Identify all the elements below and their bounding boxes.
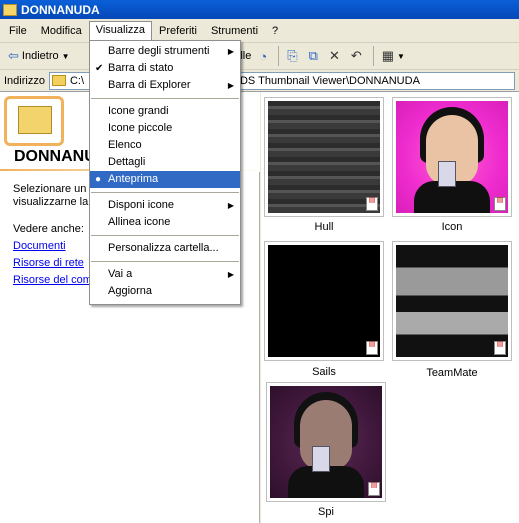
portrait-cup [438, 161, 456, 187]
back-button[interactable]: ⇦ Indietro ▼ [4, 45, 74, 67]
submenu-arrow-icon: ▶ [227, 270, 234, 279]
thumbnail-icon[interactable]: ▤ [392, 97, 512, 217]
menu-item-arrange-icons[interactable]: Disponi icone ▶ [90, 197, 240, 214]
menu-visualizza[interactable]: Visualizza [88, 21, 153, 40]
menu-item-status-bar[interactable]: ✔ Barra di stato [90, 60, 240, 77]
menu-modifica[interactable]: Modifica [34, 22, 89, 40]
chevron-down-icon: ▼ [61, 51, 70, 61]
submenu-arrow-icon: ▶ [227, 201, 234, 210]
radio-dot-icon: ● [95, 174, 102, 185]
copy-to-icon: ⧉ [308, 48, 318, 63]
menu-item-details[interactable]: Dettagli [90, 154, 240, 171]
menu-item-explorer-bar[interactable]: Barra di Explorer ▶ [90, 77, 240, 94]
views-button[interactable]: ▦ ▼ [378, 45, 409, 67]
file-view: ▤ Hull ▤ Icon ▤ Sails ▤ TeamMate ▤ Spi [261, 92, 519, 523]
menu-item-label: Disponi icone [108, 199, 175, 211]
undo-icon: ↶ [350, 48, 362, 63]
undo-button[interactable]: ↶ [347, 45, 369, 67]
thumbnail-image [270, 386, 382, 498]
menu-preferiti[interactable]: Preferiti [152, 22, 204, 40]
toolbar-separator [372, 46, 374, 66]
visualizza-menu: Barre degli strumenti ▶ ✔ Barra di stato… [89, 40, 241, 305]
address-path-start: C:\ [69, 74, 85, 87]
title-bar: DONNANUDA [0, 0, 519, 19]
portrait-cup [312, 446, 330, 472]
thumbnail-sails[interactable]: ▤ [264, 241, 384, 361]
delete-icon: ✕ [328, 48, 340, 63]
dds-file-icon: ▤ [368, 482, 380, 496]
thumbnail-image [396, 101, 508, 213]
folder-icon [3, 3, 17, 16]
menu-file[interactable]: File [2, 22, 34, 40]
thumbnail-label[interactable]: Hull [264, 221, 384, 233]
address-path-end: DDS Thumbnail Viewer\DONNANUDA [232, 74, 420, 87]
menu-item-label: Allinea icone [108, 216, 171, 228]
menu-separator [91, 235, 239, 236]
dds-file-icon: ▤ [366, 197, 378, 211]
menu-strumenti[interactable]: Strumenti [204, 22, 265, 40]
menu-item-label: Dettagli [108, 156, 146, 168]
thumbnail-label[interactable]: Sails [264, 366, 384, 378]
toolbar: ⇦ Indietro ▼ rtelle ◔ ⎘ ⧉ ✕ ↶ ▦ ▼ [0, 43, 519, 70]
menu-item-customize-folder[interactable]: Personalizza cartella... [90, 240, 240, 257]
thumbnail-label[interactable]: Spi [266, 506, 386, 518]
folder-icon [51, 75, 66, 86]
menu-item-toolbars[interactable]: Barre degli strumenti ▶ [90, 43, 240, 60]
thumbnail-hull[interactable]: ▤ [264, 97, 384, 217]
history-button[interactable]: ◔ [255, 45, 274, 67]
dds-file-icon: ▤ [494, 197, 506, 211]
copy-to-button[interactable]: ⧉ [305, 45, 325, 67]
move-to-button[interactable]: ⎘ [283, 45, 304, 67]
menu-item-label: Anteprima [108, 173, 159, 185]
dds-file-icon: ▤ [494, 341, 506, 355]
menu-item-refresh[interactable]: Aggiorna [90, 283, 240, 300]
menu-item-go-to[interactable]: Vai a ▶ [90, 266, 240, 283]
views-icon: ▦ [381, 48, 395, 63]
thumbnail-image [396, 245, 508, 357]
thumbnail-label[interactable]: TeamMate [392, 367, 512, 379]
menu-item-large-icons[interactable]: Icone grandi [90, 103, 240, 120]
chevron-down-icon: ▼ [397, 51, 405, 61]
checkmark-icon: ✔ [95, 63, 104, 74]
submenu-arrow-icon: ▶ [227, 81, 234, 90]
thumbnail-teammate[interactable]: ▤ [392, 241, 512, 361]
menu-item-label: Personalizza cartella... [108, 242, 219, 254]
menu-item-label: Aggiorna [108, 285, 153, 297]
delete-button[interactable]: ✕ [325, 45, 347, 67]
menu-item-label: Barra di Explorer [108, 79, 191, 91]
submenu-arrow-icon: ▶ [227, 47, 234, 56]
menu-item-line-up-icons[interactable]: Allinea icone [90, 214, 240, 231]
dds-file-icon: ▤ [366, 341, 378, 355]
thumbnail-label[interactable]: Icon [392, 221, 512, 233]
menu-item-label: Barre degli strumenti [108, 45, 210, 57]
menu-item-small-icons[interactable]: Icone piccole [90, 120, 240, 137]
toolbar-separator [278, 46, 280, 66]
address-label: Indirizzo [4, 74, 45, 87]
menu-separator [91, 261, 239, 262]
menu-bar: File Modifica Visualizza Preferiti Strum… [0, 19, 519, 43]
history-icon: ◔ [259, 48, 268, 64]
menu-help[interactable]: ? [265, 22, 285, 40]
menu-item-label: Vai a [108, 268, 133, 280]
window-title: DONNANUDA [21, 2, 100, 17]
thumbnail-image [268, 101, 380, 213]
large-folder-icon [18, 106, 52, 134]
move-to-icon: ⎘ [287, 48, 298, 63]
back-arrow-icon: ⇦ [8, 48, 19, 63]
menu-item-label: Barra di stato [108, 62, 174, 74]
menu-separator [91, 98, 239, 99]
thumbnail-image [268, 245, 380, 357]
menu-item-label: Icone piccole [108, 122, 173, 134]
menu-item-thumbnails[interactable]: ● Anteprima [90, 171, 240, 188]
menu-item-label: Icone grandi [108, 105, 169, 117]
menu-item-label: Elenco [108, 139, 142, 151]
menu-item-list[interactable]: Elenco [90, 137, 240, 154]
address-bar: Indirizzo C:\ DDS Thumbnail Viewer\DONNA… [0, 70, 519, 92]
menu-separator [91, 192, 239, 193]
thumbnail-spi[interactable]: ▤ [266, 382, 386, 502]
back-label: Indietro [21, 50, 59, 62]
